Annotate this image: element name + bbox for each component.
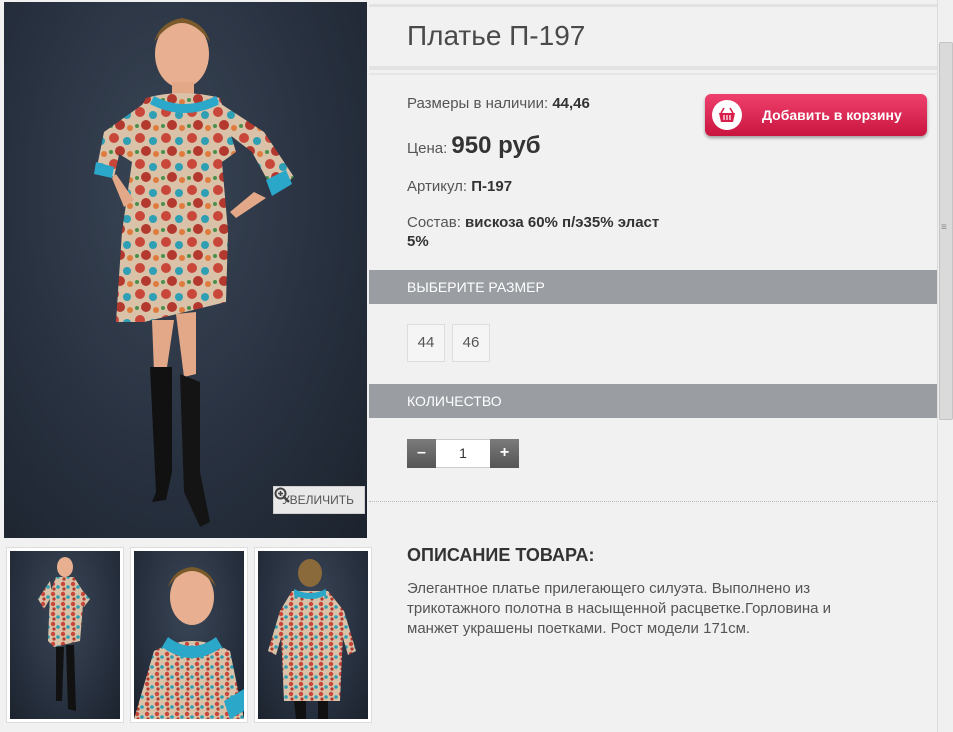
composition-value-line1: вискоза 60% п/э35% эласт bbox=[465, 214, 660, 231]
thumbnail-strip bbox=[4, 548, 371, 724]
thumbnail-back-illustration bbox=[268, 559, 356, 719]
product-title: Платье П-197 bbox=[407, 20, 586, 51]
description-line: трикотажного полотна в насыщенной расцве… bbox=[407, 600, 832, 617]
size-option-44[interactable]: 44 bbox=[407, 324, 445, 362]
add-to-cart-label: Добавить в корзину bbox=[762, 107, 902, 123]
thumbnail-portrait[interactable] bbox=[131, 548, 247, 722]
basket-icon-svg bbox=[719, 107, 735, 122]
basket-icon bbox=[712, 100, 742, 130]
size-option-46[interactable]: 46 bbox=[452, 324, 490, 362]
description-text: Элегантное платье прилегающего силуэта. … bbox=[407, 579, 877, 639]
price-value: 950 руб bbox=[451, 132, 541, 159]
quantity-minus-button[interactable]: – bbox=[407, 439, 436, 468]
sku-value: П-197 bbox=[471, 178, 513, 195]
quantity-input[interactable]: 1 bbox=[436, 439, 490, 468]
description-heading: ОПИСАНИЕ ТОВАРА: bbox=[407, 545, 595, 565]
magnifier-plus-icon bbox=[274, 487, 290, 503]
sizes-value: 44,46 bbox=[552, 95, 590, 112]
composition-value-line2: 5% bbox=[407, 233, 429, 250]
price: Цена: 950 руб bbox=[407, 132, 541, 160]
zoom-button[interactable]: УВЕЛИЧИТЬ bbox=[273, 486, 365, 514]
scrollbar-grip-icon: ≡ bbox=[941, 222, 947, 233]
quantity-plus-button[interactable]: + bbox=[490, 439, 519, 468]
quantity-section-header: КОЛИЧЕСТВО bbox=[369, 384, 937, 418]
description-line: Элегантное платье прилегающего силуэта. … bbox=[407, 580, 811, 597]
zoom-label: УВЕЛИЧИТЬ bbox=[282, 493, 354, 507]
sizes-available: Размеры в наличии: 44,46 bbox=[407, 95, 590, 112]
thumbnail-portrait-illustration bbox=[134, 567, 244, 719]
price-label: Цена: bbox=[407, 140, 448, 157]
composition: Состав: вискоза 60% п/э35% эласт 5% bbox=[407, 213, 707, 251]
thumbnail-front[interactable] bbox=[7, 548, 123, 722]
divider bbox=[369, 4, 937, 7]
model-figure-illustration bbox=[94, 18, 294, 527]
size-section-header: ВЫБЕРИТЕ РАЗМЕР bbox=[369, 270, 937, 304]
thumbnail-back[interactable] bbox=[255, 548, 371, 722]
composition-label: Состав: bbox=[407, 214, 461, 231]
divider bbox=[369, 501, 937, 502]
sku: Артикул: П-197 bbox=[407, 178, 512, 195]
main-product-photo[interactable]: УВЕЛИЧИТЬ bbox=[4, 2, 367, 538]
divider bbox=[369, 66, 937, 70]
product-details-panel: Платье П-197 Размеры в наличии: 44,46 Це… bbox=[369, 0, 937, 732]
sku-label: Артикул: bbox=[407, 178, 468, 195]
quantity-stepper: – 1 + bbox=[407, 439, 519, 468]
add-to-cart-button[interactable]: Добавить в корзину bbox=[705, 94, 927, 136]
sizes-label: Размеры в наличии: bbox=[407, 95, 549, 112]
description-line: манжет украшены поетками. Рост модели 17… bbox=[407, 620, 751, 637]
divider bbox=[369, 73, 937, 75]
thumbnail-front-illustration bbox=[38, 557, 90, 711]
